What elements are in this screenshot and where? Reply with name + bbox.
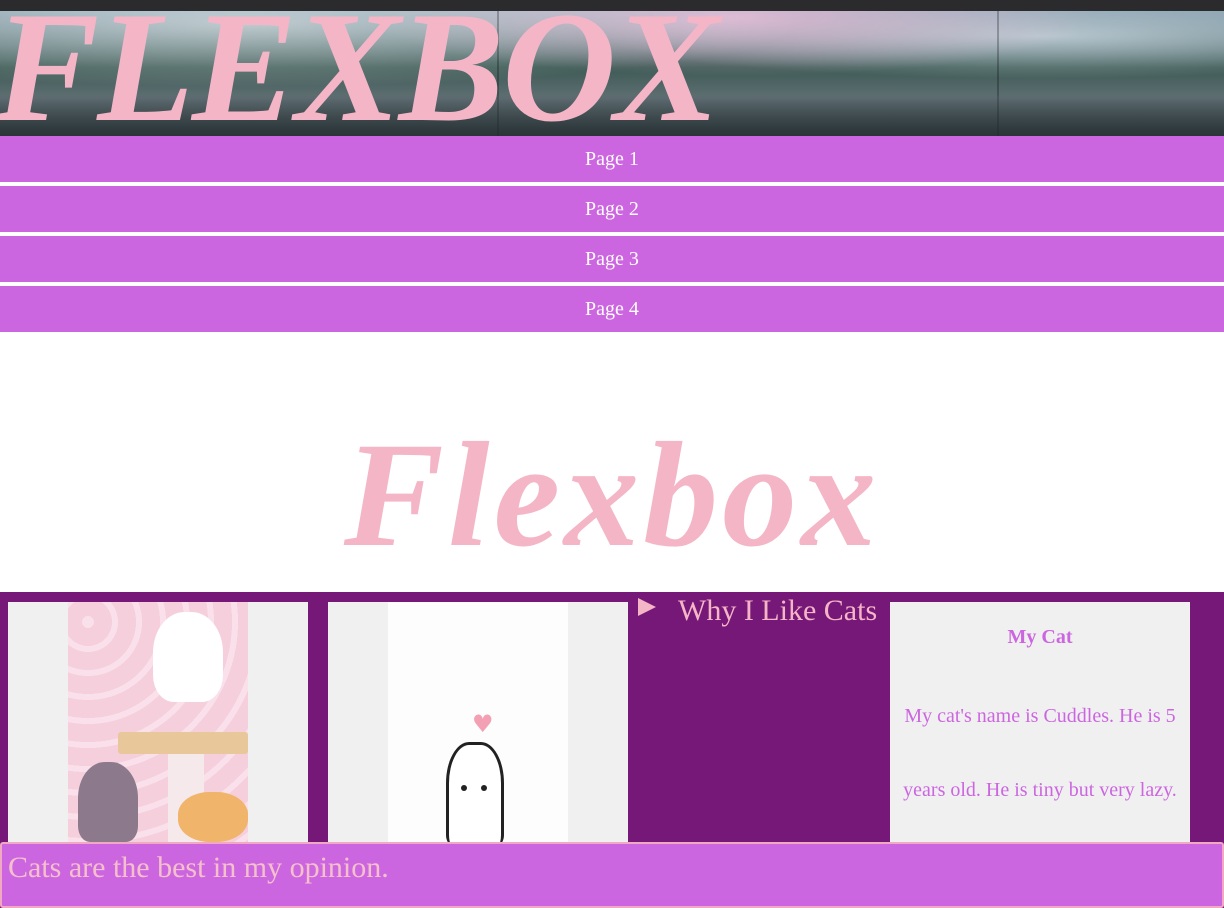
white-cat-image: ♥ (388, 602, 568, 842)
cat-image-card-1 (8, 602, 308, 842)
my-cat-heading: My Cat (1007, 626, 1073, 648)
heart-icon: ♥ (472, 710, 494, 738)
header-title: FLEXBOX (0, 11, 720, 136)
my-cat-card: My Cat My cat's name is Cuddles. He is 5… (890, 602, 1190, 842)
main-nav: Page 1 Page 2 Page 3 Page 4 (0, 136, 1224, 332)
my-cat-text: My cat's name is Cuddles. He is 5 years … (903, 705, 1177, 801)
header-banner: FLEXBOX (0, 11, 1224, 136)
hero-title: Flexbox (343, 412, 881, 578)
window-top-strip (0, 0, 1224, 11)
disclosure-triangle-icon (638, 598, 656, 616)
details-summary-label: Why I Like Cats (678, 594, 878, 627)
cat-image-card-2: ♥ (328, 602, 628, 842)
details-summary[interactable]: Why I Like Cats (638, 594, 877, 628)
footer: Cats are the best in my opinion. (0, 842, 1224, 908)
nav-item-page-2[interactable]: Page 2 (0, 186, 1224, 232)
cats-table-image (68, 602, 248, 842)
nav-item-page-3[interactable]: Page 3 (0, 236, 1224, 282)
footer-text: Cats are the best in my opinion. (8, 851, 389, 884)
nav-item-page-1[interactable]: Page 1 (0, 136, 1224, 182)
nav-item-page-4[interactable]: Page 4 (0, 286, 1224, 332)
